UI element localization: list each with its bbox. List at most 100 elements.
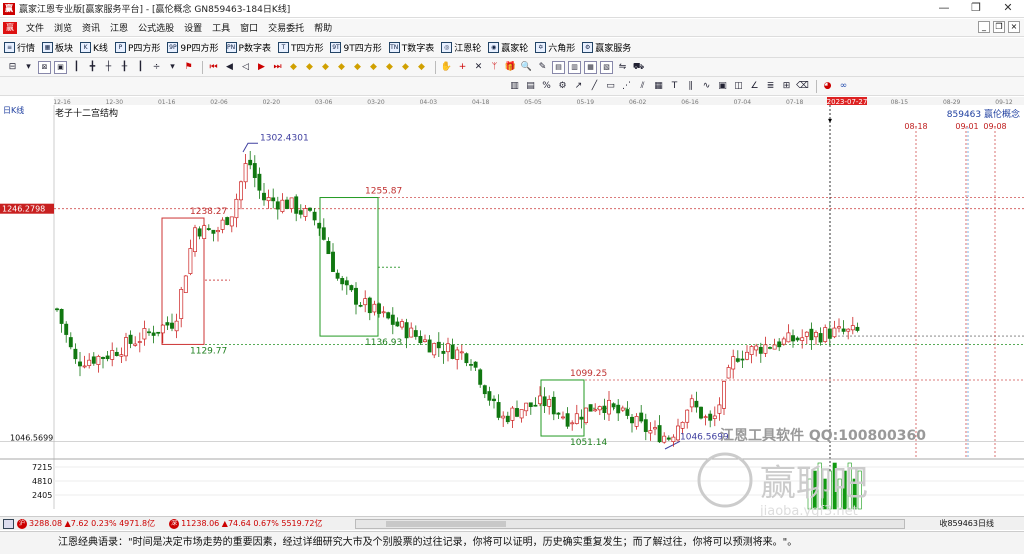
layout-toggle-icon[interactable] (3, 518, 14, 529)
kline-chart[interactable]: 12-16 12-30 01-16 02-06 02-20 03-06 03-20 04-03… (0, 97, 1024, 517)
hand-icon[interactable]: ✋ (440, 61, 453, 74)
child-restore-icon[interactable]: ❐ (993, 21, 1005, 33)
diamond-1-icon[interactable]: ◆ (287, 61, 300, 74)
flag-icon[interactable]: ⚑ (182, 61, 195, 74)
dropdown-2-icon[interactable]: ▾ (166, 61, 179, 74)
gift-icon[interactable]: 🎁 (504, 61, 517, 74)
diamond-8-icon[interactable]: ◆ (399, 61, 412, 74)
text-tool-icon[interactable]: T (668, 80, 681, 93)
menu-trade[interactable]: 交易委托 (263, 21, 309, 34)
pattern-icon[interactable]: ⊠ (38, 60, 51, 74)
step-back-icon[interactable]: ◁ (239, 61, 252, 74)
candle-3-icon[interactable]: ┼ (102, 61, 115, 74)
cross-icon[interactable]: ✕ (472, 61, 485, 74)
menu-news[interactable]: 资讯 (77, 21, 105, 34)
price-level-label: 1302.4301 (260, 133, 309, 143)
menu-gann[interactable]: 江恩 (105, 21, 133, 34)
p-square-button[interactable]: P P四方形 (114, 41, 160, 54)
child-close-icon[interactable]: × (1008, 21, 1020, 33)
candle-body (662, 435, 667, 443)
wave-tool-icon[interactable]: ∿ (700, 80, 713, 93)
menu-file[interactable]: 文件 (21, 21, 49, 34)
p-number-table-button[interactable]: PN P数字表 (225, 41, 271, 54)
menu-help[interactable]: 帮助 (309, 21, 337, 34)
magnifier-icon[interactable]: 🔍 (520, 61, 533, 74)
percent-icon[interactable]: % (540, 80, 553, 93)
candle-body (312, 211, 317, 221)
candle-2-icon[interactable]: ╋ (86, 61, 99, 74)
bars-2-icon[interactable]: ▤ (524, 80, 537, 93)
dropdown-icon[interactable]: ▾ (22, 61, 35, 74)
diamond-6-icon[interactable]: ◆ (367, 61, 380, 74)
car-icon[interactable]: ⛟ (632, 61, 645, 74)
divide-icon[interactable]: ÷ (150, 61, 163, 74)
color-wheel-icon[interactable]: ◕ (821, 80, 834, 93)
menu-tools[interactable]: 工具 (207, 21, 235, 34)
minimize-icon[interactable]: — (928, 0, 960, 18)
angle-tool-icon[interactable]: ∠ (748, 80, 761, 93)
hexagon-button[interactable]: ✡ 六角形 (535, 41, 575, 54)
sh-index-quote[interactable]: 3288.08 ▲7.62 0.23% 4971.8亿 (29, 518, 155, 529)
diamond-7-icon[interactable]: ◆ (383, 61, 396, 74)
layout-icon[interactable]: ⊟ (6, 61, 19, 74)
go-prev-icon[interactable]: ◀ (223, 61, 236, 74)
fib-tool-icon[interactable]: ≣ (764, 80, 777, 93)
horizontal-scrollbar[interactable] (355, 519, 905, 529)
fan-tool-icon[interactable]: ⋰ (620, 80, 633, 93)
diamond-3-icon[interactable]: ◆ (319, 61, 332, 74)
rect-tool-icon[interactable]: ▭ (604, 80, 617, 93)
scrollbar-thumb[interactable] (386, 521, 506, 527)
export-icon[interactable]: ⇋ (616, 61, 629, 74)
menu-formula[interactable]: 公式选股 (133, 21, 179, 34)
go-next-icon[interactable]: ▶ (255, 61, 268, 74)
line-tool-icon[interactable]: ╱ (588, 80, 601, 93)
image-icon[interactable]: ▤ (552, 60, 565, 74)
candle-4-icon[interactable]: ╂ (118, 61, 131, 74)
arrow-tool-icon[interactable]: ↗ (572, 80, 585, 93)
menu-window[interactable]: 窗口 (235, 21, 263, 34)
go-last-icon[interactable]: ⏭ (271, 61, 284, 74)
calendar-icon[interactable]: ▦ (584, 60, 597, 74)
maximize-icon[interactable]: ❐ (960, 0, 992, 18)
block-button[interactable]: ▦ 板块 (42, 41, 73, 54)
infinity-icon[interactable]: ∞ (837, 80, 850, 93)
delete-tool-icon[interactable]: ⌫ (796, 80, 809, 93)
menu-settings[interactable]: 设置 (179, 21, 207, 34)
square-tool-icon[interactable]: ◫ (732, 80, 745, 93)
candle-body (349, 285, 354, 291)
candle-5-icon[interactable]: ┃ (134, 61, 147, 74)
diamond-4-icon[interactable]: ◆ (335, 61, 348, 74)
kline-button[interactable]: K K线 (80, 41, 108, 54)
winner-wheel-button[interactable]: ◉ 赢家轮 (488, 41, 528, 54)
save-icon[interactable]: ▧ (600, 60, 613, 74)
child-minimize-icon[interactable]: _ (978, 21, 990, 33)
pin-icon[interactable]: ✎ (536, 61, 549, 74)
candle-body (533, 404, 538, 407)
go-first-icon[interactable]: ⏮ (207, 61, 220, 74)
gann-box-icon[interactable]: ▣ (716, 80, 729, 93)
9t-square-button[interactable]: 9T 9T四方形 (330, 41, 382, 54)
crosshair-icon[interactable]: + (456, 61, 469, 74)
diamond-9-icon[interactable]: ◆ (415, 61, 428, 74)
diamond-5-icon[interactable]: ◆ (351, 61, 364, 74)
diamond-2-icon[interactable]: ◆ (303, 61, 316, 74)
time-tool-icon[interactable]: ⊞ (780, 80, 793, 93)
winner-service-button[interactable]: ⚙ 赢家服务 (582, 41, 631, 54)
channel-tool-icon[interactable]: ⫽ (636, 80, 649, 93)
table-icon[interactable]: ▥ (568, 60, 581, 74)
gear-icon[interactable]: ⚙ (556, 80, 569, 93)
gann-wheel-button[interactable]: ◎ 江恩轮 (441, 41, 481, 54)
candle-1-icon[interactable]: ┃ (70, 61, 83, 74)
t-square-button[interactable]: T T四方形 (277, 41, 323, 54)
fork-icon[interactable]: ᛘ (488, 61, 501, 74)
sz-index-quote[interactable]: 11238.06 ▲74.64 0.67% 5519.72亿 (181, 518, 322, 529)
cycle-tool-icon[interactable]: ∥ (684, 80, 697, 93)
quotes-button[interactable]: ≡ 行情 (4, 41, 35, 54)
close-icon[interactable]: ✕ (992, 0, 1024, 18)
grid-tool-icon[interactable]: ▦ (652, 80, 665, 93)
menu-browse[interactable]: 浏览 (49, 21, 77, 34)
t-number-table-button[interactable]: TN T数字表 (388, 41, 434, 54)
9p-square-button[interactable]: 9P 9P四方形 (167, 41, 219, 54)
bars-icon[interactable]: ▥ (508, 80, 521, 93)
frame-icon[interactable]: ▣ (54, 60, 67, 74)
